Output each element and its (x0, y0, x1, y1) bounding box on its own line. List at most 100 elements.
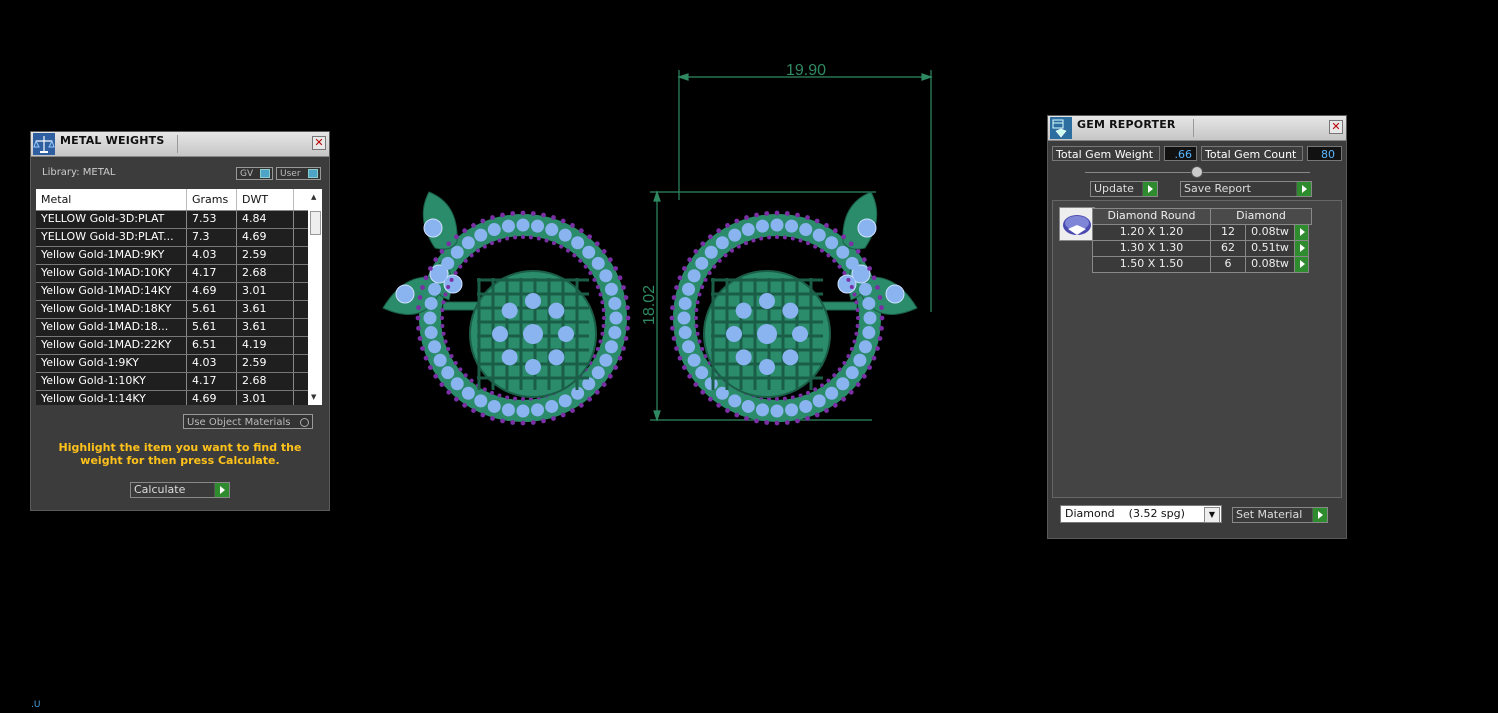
user-toggle[interactable]: User (276, 167, 321, 180)
close-icon[interactable]: ✕ (1329, 120, 1343, 134)
gem-table-row[interactable]: 1.20 X 1.20 12 0.08tw (1092, 224, 1311, 241)
play-icon[interactable] (1294, 240, 1309, 257)
scroll-down-arrow[interactable]: ▼ (311, 393, 316, 401)
ring-gem (433, 353, 447, 367)
prong (521, 397, 525, 401)
table-row[interactable]: Yellow Gold-1MAD:14KY 4.69 3.01 (36, 283, 322, 301)
prong (842, 361, 847, 366)
earring-left (382, 191, 631, 426)
ring-gem (461, 386, 475, 400)
ring-gem (770, 218, 784, 232)
table-row[interactable]: Yellow Gold-1MAD:18KY 5.61 3.61 (36, 301, 322, 319)
prong (439, 248, 445, 254)
prong (671, 295, 677, 300)
prong (837, 367, 842, 372)
prong (617, 275, 623, 281)
prong (707, 270, 712, 275)
play-icon[interactable] (1294, 224, 1309, 241)
save-report-button[interactable]: Save Report (1180, 181, 1312, 197)
center-gem (757, 324, 777, 344)
column-header-metal[interactable]: Metal (36, 189, 187, 210)
prong (795, 418, 800, 424)
gem-table-row[interactable]: 1.30 X 1.30 62 0.51tw (1092, 240, 1311, 257)
gem-table-row[interactable]: 1.50 X 1.50 6 0.08tw (1092, 256, 1311, 273)
ring-gem (608, 296, 622, 310)
calculate-button[interactable]: Calculate (130, 482, 230, 498)
table-row[interactable]: Yellow Gold-1MAD:22KY 6.51 4.19 (36, 337, 322, 355)
gem-reporter-titlebar[interactable]: GEM REPORTER ✕ (1048, 116, 1346, 141)
prong (712, 264, 717, 269)
prong (583, 264, 588, 269)
set-material-button[interactable]: Set Material (1232, 507, 1328, 523)
gv-toggle[interactable]: GV (236, 167, 273, 180)
table-row[interactable]: Yellow Gold-1:14KY 4.69 3.01 (36, 391, 322, 405)
ring-gem (755, 403, 769, 417)
prong (462, 402, 468, 408)
metal-weights-titlebar[interactable]: METAL WEIGHTS ✕ (31, 132, 329, 157)
disc-gem (759, 359, 775, 375)
use-object-materials-toggle[interactable]: Use Object Materials (183, 414, 313, 429)
grams-cell: 4.17 (187, 373, 237, 390)
table-row[interactable]: YELLOW Gold-3D:PLAT... 7.3 4.69 (36, 229, 322, 247)
prong (687, 373, 693, 379)
column-header-dwt[interactable]: DWT (237, 189, 294, 210)
material-select[interactable]: Diamond (3.52 spg) ▼ (1060, 505, 1222, 523)
ring-gem (545, 223, 559, 237)
table-row[interactable]: Yellow Gold-1:9KY 4.03 2.59 (36, 355, 322, 373)
disc-gem (558, 326, 574, 342)
prong (694, 308, 699, 313)
table-row[interactable]: YELLOW Gold-3D:PLAT 7.53 4.84 (36, 211, 322, 229)
ring-gem (591, 256, 605, 270)
scrollbar-thumb[interactable] (310, 211, 321, 235)
prong (417, 336, 423, 341)
prong (621, 285, 626, 290)
prong (475, 248, 480, 253)
table-row[interactable]: Yellow Gold-1MAD:9KY 4.03 2.59 (36, 247, 322, 265)
ring-gem (695, 366, 709, 380)
ring-gem (853, 269, 867, 283)
prong (805, 390, 810, 395)
update-button[interactable]: Update (1090, 181, 1158, 197)
prong (423, 355, 429, 361)
table-row[interactable]: Yellow Gold-1MAD:18... 5.61 3.61 (36, 319, 322, 337)
prong (848, 241, 854, 247)
set-material-label: Set Material (1236, 508, 1303, 521)
prong (458, 264, 463, 269)
table-row[interactable]: Yellow Gold-1MAD:10KY 4.17 2.68 (36, 265, 322, 283)
center-gem (523, 324, 543, 344)
ring-gem (516, 218, 530, 232)
scroll-up-arrow[interactable]: ▲ (311, 193, 316, 201)
gem-header-material: Diamond (1210, 208, 1312, 225)
column-header-grams[interactable]: Grams (187, 189, 237, 210)
prong (480, 218, 486, 224)
chevron-down-icon[interactable]: ▼ (1204, 507, 1220, 523)
metal-table-scrollbar[interactable]: ▲ ▼ (308, 189, 322, 405)
round-diamond-thumbnail[interactable] (1059, 207, 1095, 241)
prong (687, 257, 693, 263)
prong (423, 275, 429, 281)
panel-slider-handle[interactable] (1191, 166, 1203, 178)
play-icon[interactable] (1294, 256, 1309, 273)
metal-name-cell: Yellow Gold-1MAD:14KY (36, 283, 187, 300)
prong (600, 300, 605, 305)
close-icon[interactable]: ✕ (312, 136, 326, 150)
material-select-value: Diamond (3.52 spg) (1065, 507, 1185, 520)
prong (681, 266, 687, 271)
scale-icon (33, 133, 55, 155)
prong (602, 316, 606, 320)
prong (510, 420, 516, 425)
gem-weight-cell: 0.08tw (1245, 256, 1295, 273)
prong (694, 323, 699, 328)
prong (427, 365, 433, 370)
ring-gem (678, 296, 692, 310)
gem-weight-cell: 0.51tw (1245, 240, 1295, 257)
prong (587, 234, 593, 240)
prong (736, 244, 741, 249)
prong (855, 382, 861, 388)
metal-name-cell: Yellow Gold-1MAD:10KY (36, 265, 187, 282)
prong (798, 393, 803, 398)
prong (500, 418, 505, 424)
ring-gem (428, 340, 442, 354)
prong (707, 396, 713, 402)
table-row[interactable]: Yellow Gold-1:10KY 4.17 2.68 (36, 373, 322, 391)
